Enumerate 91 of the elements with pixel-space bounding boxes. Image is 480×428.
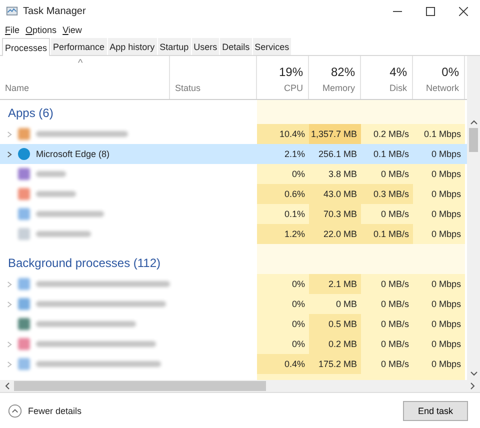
tab[interactable]: Services: [252, 38, 292, 55]
table-cell: 0 Mbps: [413, 354, 465, 374]
column-total: 82%: [330, 65, 355, 79]
tab[interactable]: Startup: [158, 38, 191, 55]
column-header[interactable]: Network: [426, 83, 459, 93]
tab[interactable]: Processes: [2, 38, 50, 56]
fewer-details-button[interactable]: Fewer details: [22, 406, 88, 416]
column-header[interactable]: CPU: [284, 83, 303, 93]
table-cell: 0 Mbps: [413, 334, 465, 354]
process-name: Microsoft Edge (8): [36, 149, 110, 159]
table-cell: 0.6%: [257, 184, 309, 204]
close-icon[interactable]: [459, 6, 468, 16]
table-cell: 0.5 MB: [309, 314, 361, 334]
table-cell: 3.8 MB: [309, 164, 361, 184]
scroll-left-icon[interactable]: [4, 382, 10, 390]
table-cell: 0%: [257, 294, 309, 314]
table-cell: 0 Mbps: [413, 314, 465, 334]
end-task-button[interactable]: End task: [402, 400, 468, 420]
process-row[interactable]: Microsoft Edge (8) 2.1% 256.1 MB 0.1 MB/s 0 Mbps: [0, 144, 467, 164]
process-row[interactable]: 0% 2.1 MB 0 MB/s 0 Mbps: [0, 274, 467, 294]
tab[interactable]: Users: [192, 38, 220, 55]
tab[interactable]: App history: [108, 38, 157, 55]
table-cell: 2.1 MB: [309, 274, 361, 294]
app-icon: [6, 6, 18, 16]
table-cell: 0 Mbps: [413, 224, 465, 244]
table-cell: 0 Mbps: [413, 294, 465, 314]
process-row[interactable]: 0% 0.5 MB 0 MB/s 0 Mbps: [0, 314, 467, 334]
table-cell: 0%: [257, 274, 309, 294]
column-total: 4%: [390, 65, 407, 79]
process-row[interactable]: 0% 3.8 MB 0 MB/s 0 Mbps: [0, 164, 467, 184]
table-cell: 0 MB/s: [361, 334, 413, 354]
process-row[interactable]: 0.6% 43.0 MB 0.3 MB/s 0 Mbps: [0, 184, 467, 204]
table-cell: 0 MB/s: [361, 164, 413, 184]
table-cell: 0%: [257, 164, 309, 184]
table-cell: 0 Mbps: [413, 164, 465, 184]
table-cell: 0.1 MB/s: [361, 224, 413, 244]
vertical-scrollbar[interactable]: [467, 56, 480, 380]
table-cell: 0 MB/s: [361, 294, 413, 314]
table-cell: 0.1%: [257, 204, 309, 224]
menu-item[interactable]: File: [2, 22, 23, 38]
table-cell: 0.3 MB/s: [361, 184, 413, 204]
column-total: 19%: [278, 65, 303, 79]
column-header[interactable]: Disk: [390, 83, 407, 93]
scroll-thumb[interactable]: [14, 381, 266, 391]
table-cell: 0 MB/s: [361, 314, 413, 334]
scroll-down-icon[interactable]: [470, 371, 478, 377]
process-row[interactable]: 0.4% 175.2 MB 0 MB/s 0 Mbps: [0, 354, 467, 374]
scroll-thumb[interactable]: [469, 128, 478, 152]
table-cell: 43.0 MB: [309, 184, 361, 204]
table-cell: 0 MB/s: [361, 274, 413, 294]
table-cell: 0.2 MB/s: [361, 124, 413, 144]
scroll-up-icon[interactable]: [470, 119, 478, 125]
table-cell: 22.0 MB: [309, 224, 361, 244]
table-cell: 0 Mbps: [413, 204, 465, 224]
horizontal-scrollbar[interactable]: [0, 380, 480, 392]
process-row[interactable]: 0% 0.2 MB 0 MB/s 0 Mbps: [0, 334, 467, 354]
table-cell: 10.4%: [257, 124, 309, 144]
table-cell: 0 Mbps: [413, 274, 465, 294]
table-cell: 1.2%: [257, 224, 309, 244]
menu-item[interactable]: Options: [22, 22, 60, 38]
menu-item[interactable]: View: [60, 22, 85, 38]
scroll-right-icon[interactable]: [470, 382, 476, 390]
process-row[interactable]: 1.2% 22.0 MB 0.1 MB/s 0 Mbps: [0, 224, 467, 244]
group-heading: Background processes (112): [7, 256, 161, 270]
table-cell: 0%: [257, 334, 309, 354]
table-cell: 70.3 MB: [309, 204, 361, 224]
sort-caret: ^: [78, 58, 83, 69]
column-header[interactable]: Memory: [322, 83, 355, 93]
table-cell: 0.2 MB: [309, 334, 361, 354]
column-total: 0%: [442, 65, 459, 79]
process-row[interactable]: 10.4% 1,357.7 MB 0.2 MB/s 0.1 Mbps: [0, 124, 467, 144]
table-cell: 0 MB/s: [361, 204, 413, 224]
table-cell: 0 MB/s: [361, 354, 413, 374]
table-cell: 1,357.7 MB: [309, 124, 361, 144]
table-cell: 0 Mbps: [413, 184, 465, 204]
maximize-icon[interactable]: [426, 6, 435, 16]
collapse-icon[interactable]: [8, 404, 22, 418]
table-cell: 0.1 Mbps: [413, 124, 465, 144]
column-header[interactable]: Status: [175, 83, 251, 93]
process-row[interactable]: 0.1% 70.3 MB 0 MB/s 0 Mbps: [0, 204, 467, 224]
table-cell: 0%: [257, 314, 309, 334]
process-row[interactable]: 0% 0 MB 0 MB/s 0 Mbps: [0, 294, 467, 314]
expand-chevron-icon[interactable]: [7, 150, 12, 158]
table-cell: 0.4%: [257, 354, 309, 374]
group-heading: Apps (6): [7, 106, 54, 120]
table-cell: 175.2 MB: [309, 354, 361, 374]
table-cell: 0 MB: [309, 294, 361, 314]
column-header[interactable]: Name: [5, 83, 164, 93]
tab[interactable]: Performance: [51, 38, 107, 55]
window-title: Task Manager: [23, 6, 86, 16]
tab[interactable]: Details: [220, 38, 252, 55]
